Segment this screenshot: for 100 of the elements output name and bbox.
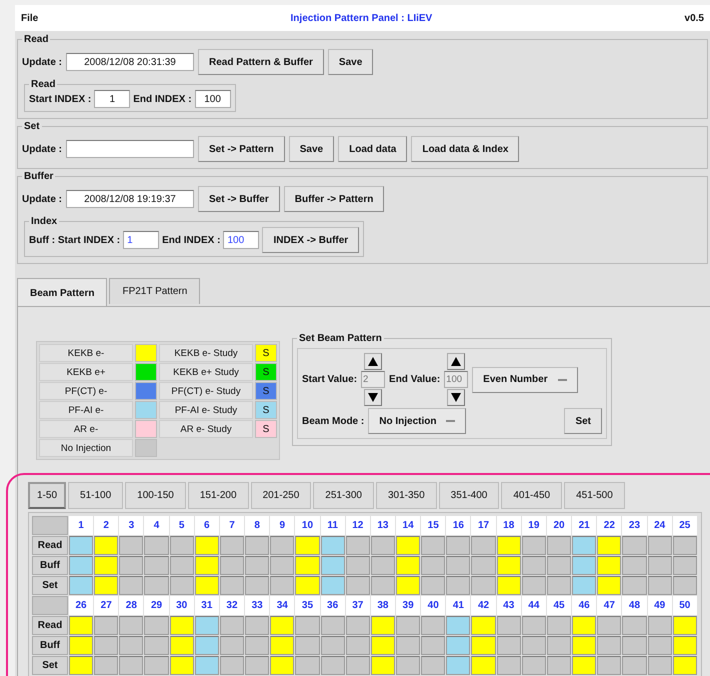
pattern-cell[interactable] bbox=[270, 656, 294, 675]
pattern-cell[interactable] bbox=[68, 656, 94, 675]
range-tab[interactable]: 351-400 bbox=[438, 482, 500, 509]
pattern-cell[interactable] bbox=[295, 576, 320, 595]
pattern-cell[interactable] bbox=[170, 576, 194, 595]
pattern-cell[interactable] bbox=[245, 556, 270, 575]
pattern-cell[interactable] bbox=[270, 556, 294, 575]
pattern-cell[interactable] bbox=[94, 636, 118, 655]
pattern-cell[interactable] bbox=[396, 536, 420, 555]
pattern-cell[interactable] bbox=[572, 536, 596, 555]
pattern-cell[interactable] bbox=[320, 556, 345, 575]
pattern-cell[interactable] bbox=[68, 616, 94, 635]
pattern-cell[interactable] bbox=[295, 616, 320, 635]
date-field[interactable]: 2008/12/08 19:19:37 bbox=[66, 190, 194, 208]
range-tab[interactable]: 1-50 bbox=[28, 482, 66, 509]
pattern-cell[interactable] bbox=[622, 656, 647, 675]
pattern-cell[interactable] bbox=[94, 556, 118, 575]
pattern-cell[interactable] bbox=[572, 556, 596, 575]
pattern-cell[interactable] bbox=[295, 536, 320, 555]
pattern-cell[interactable] bbox=[522, 536, 546, 555]
pattern-cell[interactable] bbox=[346, 616, 370, 635]
pattern-cell[interactable] bbox=[471, 656, 496, 675]
pattern-cell[interactable] bbox=[94, 656, 118, 675]
pattern-cell[interactable] bbox=[370, 616, 395, 635]
end-index-field[interactable]: 100 bbox=[223, 231, 260, 249]
pattern-cell[interactable] bbox=[648, 576, 672, 595]
start-index-field[interactable]: 1 bbox=[123, 231, 160, 249]
pattern-cell[interactable] bbox=[546, 656, 572, 675]
pattern-cell[interactable] bbox=[672, 616, 697, 635]
pattern-cell[interactable] bbox=[572, 616, 596, 635]
pattern-cell[interactable] bbox=[194, 556, 219, 575]
action-button[interactable]: Load data & Index bbox=[411, 136, 520, 162]
action-button[interactable]: Set -> Buffer bbox=[198, 186, 280, 212]
end-value-field[interactable]: 100 bbox=[444, 371, 468, 388]
pattern-cell[interactable] bbox=[346, 576, 370, 595]
pattern-cell[interactable] bbox=[496, 616, 521, 635]
pattern-cell[interactable] bbox=[672, 656, 697, 675]
pattern-cell[interactable] bbox=[220, 556, 244, 575]
range-tab[interactable]: 251-300 bbox=[313, 482, 374, 509]
action-button[interactable]: INDEX -> Buffer bbox=[262, 227, 360, 253]
pattern-cell[interactable] bbox=[194, 576, 219, 595]
pattern-cell[interactable] bbox=[170, 556, 194, 575]
pattern-cell[interactable] bbox=[194, 616, 219, 635]
pattern-cell[interactable] bbox=[421, 576, 446, 595]
menu-item[interactable]: File bbox=[21, 12, 38, 24]
pattern-cell[interactable] bbox=[421, 656, 446, 675]
pattern-cell[interactable] bbox=[346, 636, 370, 655]
pattern-cell[interactable] bbox=[119, 536, 144, 555]
pattern-cell[interactable] bbox=[170, 616, 194, 635]
action-button[interactable]: Save bbox=[328, 49, 374, 75]
pattern-cell[interactable] bbox=[496, 536, 521, 555]
pattern-cell[interactable] bbox=[346, 556, 370, 575]
pattern-cell[interactable] bbox=[471, 616, 496, 635]
pattern-cell[interactable] bbox=[597, 556, 622, 575]
pattern-cell[interactable] bbox=[144, 556, 169, 575]
pattern-cell[interactable] bbox=[194, 536, 219, 555]
pattern-cell[interactable] bbox=[446, 576, 470, 595]
pattern-cell[interactable] bbox=[622, 636, 647, 655]
pattern-cell[interactable] bbox=[320, 536, 345, 555]
decrement-button[interactable] bbox=[447, 389, 466, 406]
pattern-cell[interactable] bbox=[597, 636, 622, 655]
pattern-cell[interactable] bbox=[119, 576, 144, 595]
increment-button[interactable] bbox=[447, 353, 466, 370]
range-tab[interactable]: 201-250 bbox=[250, 482, 312, 509]
increment-button[interactable] bbox=[364, 353, 382, 370]
pattern-cell[interactable] bbox=[648, 616, 672, 635]
pattern-cell[interactable] bbox=[597, 576, 622, 595]
pattern-cell[interactable] bbox=[119, 616, 144, 635]
pattern-cell[interactable] bbox=[220, 536, 244, 555]
pattern-cell[interactable] bbox=[220, 576, 244, 595]
decrement-button[interactable] bbox=[364, 389, 382, 406]
tab[interactable]: Beam Pattern bbox=[17, 278, 108, 307]
date-field[interactable]: 2008/12/08 20:31:39 bbox=[66, 53, 194, 71]
pattern-cell[interactable] bbox=[320, 616, 345, 635]
pattern-cell[interactable] bbox=[622, 616, 647, 635]
pattern-cell[interactable] bbox=[546, 536, 572, 555]
pattern-cell[interactable] bbox=[68, 636, 94, 655]
pattern-cell[interactable] bbox=[597, 616, 622, 635]
pattern-cell[interactable] bbox=[295, 556, 320, 575]
pattern-cell[interactable] bbox=[446, 616, 470, 635]
pattern-cell[interactable] bbox=[522, 616, 546, 635]
pattern-cell[interactable] bbox=[496, 636, 521, 655]
pattern-cell[interactable] bbox=[144, 636, 169, 655]
pattern-cell[interactable] bbox=[370, 636, 395, 655]
action-button[interactable]: Read Pattern & Buffer bbox=[198, 49, 324, 75]
pattern-cell[interactable] bbox=[546, 556, 572, 575]
pattern-cell[interactable] bbox=[572, 576, 596, 595]
pattern-cell[interactable] bbox=[245, 536, 270, 555]
pattern-cell[interactable] bbox=[597, 536, 622, 555]
pattern-cell[interactable] bbox=[396, 636, 420, 655]
pattern-cell[interactable] bbox=[245, 616, 270, 635]
pattern-cell[interactable] bbox=[522, 576, 546, 595]
pattern-cell[interactable] bbox=[295, 636, 320, 655]
pattern-cell[interactable] bbox=[144, 616, 169, 635]
pattern-cell[interactable] bbox=[622, 536, 647, 555]
pattern-cell[interactable] bbox=[597, 656, 622, 675]
pattern-cell[interactable] bbox=[471, 636, 496, 655]
pattern-cell[interactable] bbox=[194, 656, 219, 675]
range-tab[interactable]: 401-450 bbox=[501, 482, 562, 509]
tab[interactable]: FP21T Pattern bbox=[109, 278, 200, 304]
